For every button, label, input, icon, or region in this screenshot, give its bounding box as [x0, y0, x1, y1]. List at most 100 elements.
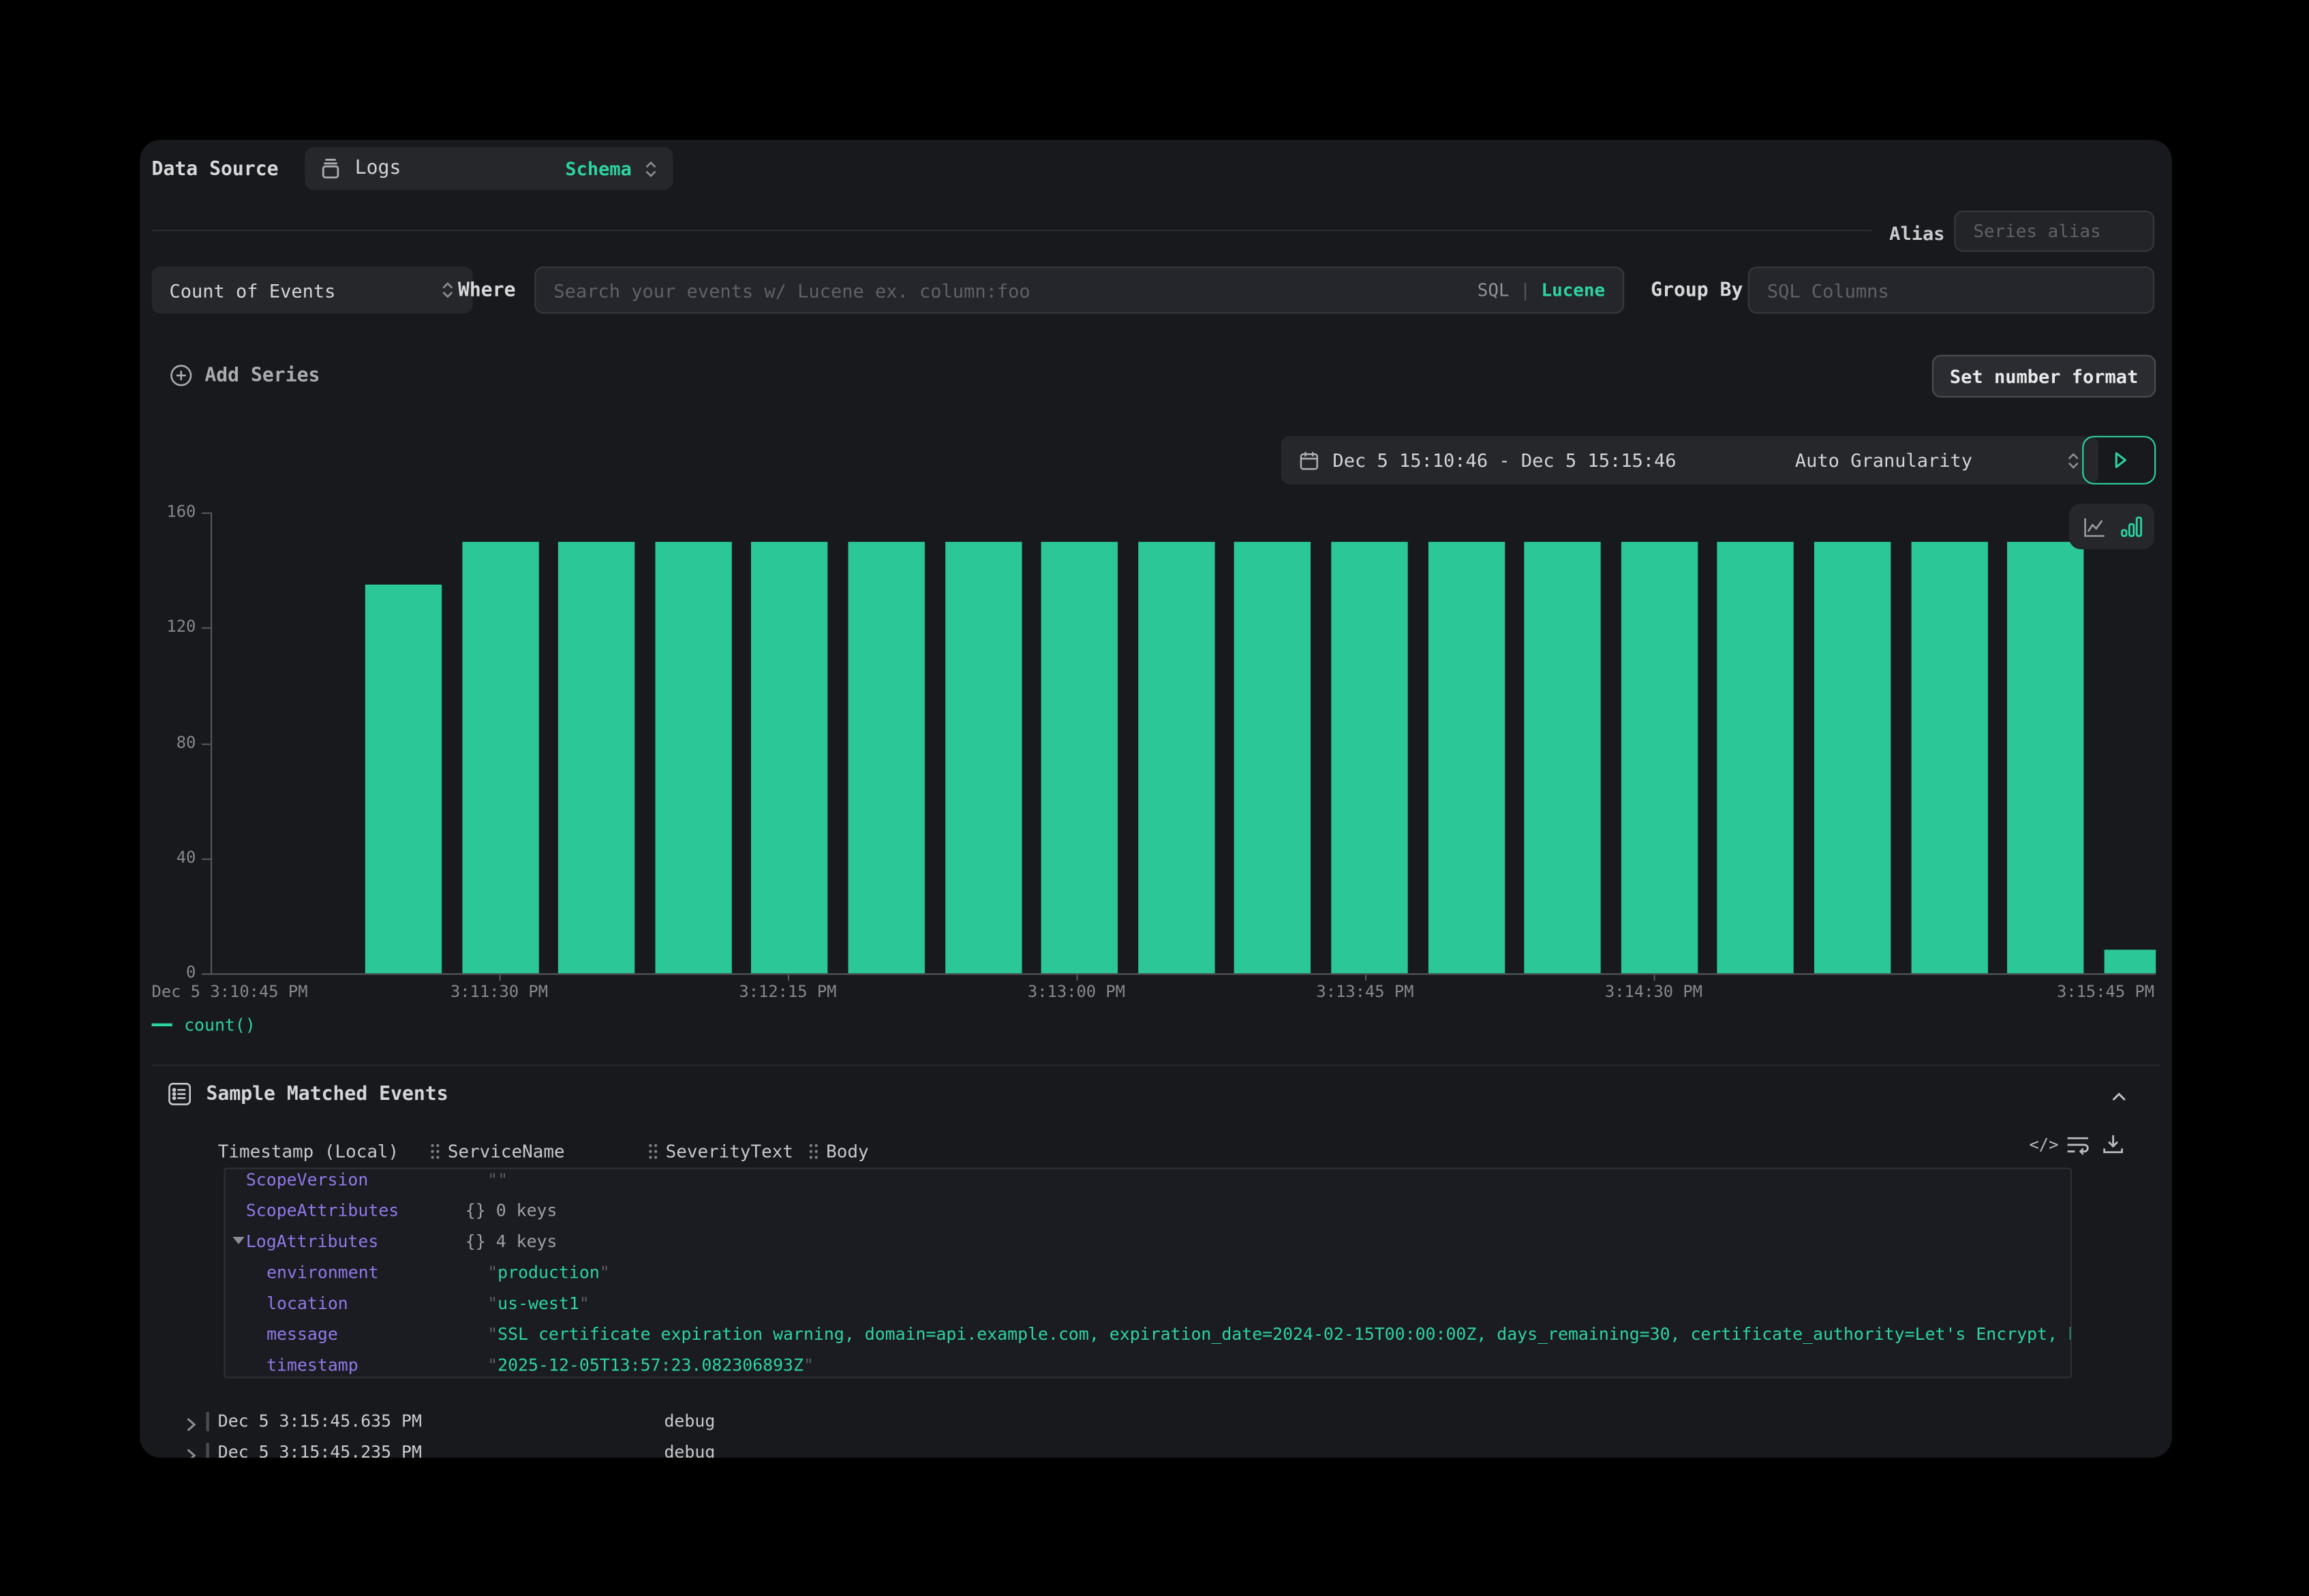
event-row[interactable]: Dec 5 3:15:45.235 PMdebug	[140, 1437, 2172, 1458]
legend-swatch	[152, 1024, 172, 1026]
aggregation-value: Count of Events	[169, 279, 335, 301]
query-builder-panel: Data Source Logs Schema Alias Count of E…	[140, 140, 2172, 1458]
detail-value: "2025-12-05T13:57:23.082306893Z"	[487, 1355, 814, 1375]
sample-events-header: Sample Matched Events	[168, 1082, 448, 1106]
y-tick	[202, 973, 211, 975]
bar	[1331, 541, 1407, 973]
y-tick	[202, 858, 211, 859]
column-header-body[interactable]: Body	[808, 1141, 868, 1162]
event-row[interactable]: Dec 5 3:15:45.635 PMdebug	[140, 1406, 2172, 1437]
bar	[558, 541, 634, 973]
section-divider	[152, 1064, 2160, 1066]
sample-events-title: Sample Matched Events	[206, 1083, 448, 1105]
chevron-updown-icon	[440, 280, 455, 301]
detail-key: ScopeVersion	[246, 1169, 369, 1190]
run-query-button[interactable]	[2082, 436, 2156, 485]
search-field-wrap: SQL | Lucene	[534, 266, 1624, 313]
x-tick-label: Dec 5 3:10:45 PM	[152, 982, 308, 1001]
x-tick-label: 3:13:00 PM	[959, 982, 1195, 1001]
bar	[1041, 541, 1118, 973]
drag-handle-icon[interactable]	[648, 1143, 658, 1161]
lucene-option[interactable]: Lucene	[1541, 280, 1605, 301]
data-source-select[interactable]: Logs Schema	[305, 147, 673, 190]
bar	[945, 541, 1021, 973]
x-tick-label: 3:13:45 PM	[1247, 982, 1483, 1001]
bar	[1911, 541, 1987, 973]
drag-handle-icon[interactable]	[430, 1143, 440, 1161]
logs-icon	[320, 157, 341, 179]
x-tick	[1365, 975, 1366, 981]
search-input[interactable]	[534, 266, 1624, 313]
severity-indicator	[206, 1412, 209, 1431]
column-header-severitytext[interactable]: SeverityText	[648, 1141, 793, 1162]
detail-value: {} 0 keys	[465, 1200, 557, 1221]
y-tick-label: 160	[140, 502, 196, 521]
y-tick	[202, 512, 211, 514]
aggregation-select[interactable]: Count of Events	[152, 266, 473, 313]
header-divider	[152, 230, 1872, 231]
x-tick-label: 3:14:30 PM	[1536, 982, 1772, 1001]
bar-chart-plot	[211, 512, 2156, 975]
event-severity: debug	[664, 1411, 715, 1431]
drag-handle-icon[interactable]	[808, 1143, 819, 1161]
data-source-label: Data Source	[152, 159, 279, 181]
detail-value: ""	[487, 1169, 508, 1190]
wrap-lines-icon[interactable]	[2066, 1133, 2091, 1156]
detail-row-ScopeAttributes: ScopeAttributes {} 0 keys	[226, 1194, 2070, 1225]
event-timestamp: Dec 5 3:15:45.235 PM	[218, 1441, 422, 1458]
detail-key: ScopeAttributes	[246, 1200, 399, 1221]
x-tick	[1076, 975, 1077, 981]
group-by-label: Group By	[1651, 280, 1743, 302]
column-header-timestamp-local-[interactable]: Timestamp (Local)	[218, 1141, 399, 1162]
schema-link[interactable]: Schema	[565, 157, 632, 179]
bar	[1235, 541, 1311, 973]
bar-chart-icon[interactable]	[2120, 515, 2141, 538]
collapse-chevron-icon[interactable]	[2109, 1088, 2129, 1106]
play-icon	[2108, 449, 2130, 471]
detail-row-environment: environment"production"	[226, 1256, 2070, 1287]
x-tick	[788, 975, 789, 981]
y-tick	[202, 628, 211, 629]
detail-row-LogAttributes[interactable]: LogAttributes {} 4 keys	[226, 1225, 2070, 1256]
bar	[1621, 541, 1697, 973]
column-label: ServiceName	[448, 1141, 565, 1162]
sql-option[interactable]: SQL	[1478, 280, 1510, 301]
time-range-picker[interactable]: Dec 5 15:10:46 - Dec 5 15:15:46	[1281, 436, 1795, 485]
column-label: SeverityText	[666, 1141, 793, 1162]
column-header-servicename[interactable]: ServiceName	[430, 1141, 565, 1162]
row-expand-chevron-icon[interactable]	[183, 1412, 199, 1440]
list-icon	[168, 1082, 192, 1106]
bar	[1138, 541, 1214, 973]
x-tick	[1653, 975, 1655, 981]
download-icon[interactable]	[2101, 1133, 2125, 1156]
expand-triangle-icon[interactable]	[232, 1237, 244, 1244]
expanded-event-detail: ScopeVersion "" ScopeAttributes {} 0 keys Lo…	[224, 1167, 2072, 1378]
detail-row-ScopeVersion: ScopeVersion ""	[226, 1167, 2070, 1194]
detail-value: {} 4 keys	[465, 1231, 557, 1251]
add-series-button[interactable]: Add Series	[169, 364, 320, 388]
set-number-format-button[interactable]: Set number format	[1932, 355, 2156, 398]
alias-input[interactable]	[1954, 211, 2154, 251]
code-view-icon[interactable]: </>	[2029, 1135, 2058, 1154]
detail-key: LogAttributes	[246, 1231, 378, 1251]
bar	[1428, 541, 1504, 973]
x-tick-label: 3:11:30 PM	[382, 982, 617, 1001]
x-tick-label: 3:12:15 PM	[670, 982, 906, 1001]
granularity-select[interactable]: Auto Granularity	[1777, 436, 2098, 485]
query-language-toggle[interactable]: SQL | Lucene	[1478, 280, 1605, 301]
alias-label: Alias	[1889, 222, 1944, 244]
group-by-input[interactable]	[1748, 266, 2154, 313]
row-expand-chevron-icon[interactable]	[183, 1443, 199, 1458]
plus-circle-icon	[169, 364, 193, 388]
bar	[365, 585, 442, 974]
time-range-value: Dec 5 15:10:46 - Dec 5 15:15:46	[1332, 449, 1676, 471]
legend-series-label: count()	[184, 1015, 256, 1035]
line-chart-icon[interactable]	[2081, 515, 2105, 538]
detail-value: "SSL certificate expiration warning, dom…	[487, 1323, 2072, 1344]
detail-row-message: message"SSL certificate expiration warni…	[226, 1318, 2070, 1349]
bar	[2007, 541, 2083, 973]
bar	[848, 541, 925, 973]
where-label: Where	[458, 280, 516, 302]
data-source-value: Logs	[355, 157, 401, 179]
bar	[1525, 541, 1601, 973]
